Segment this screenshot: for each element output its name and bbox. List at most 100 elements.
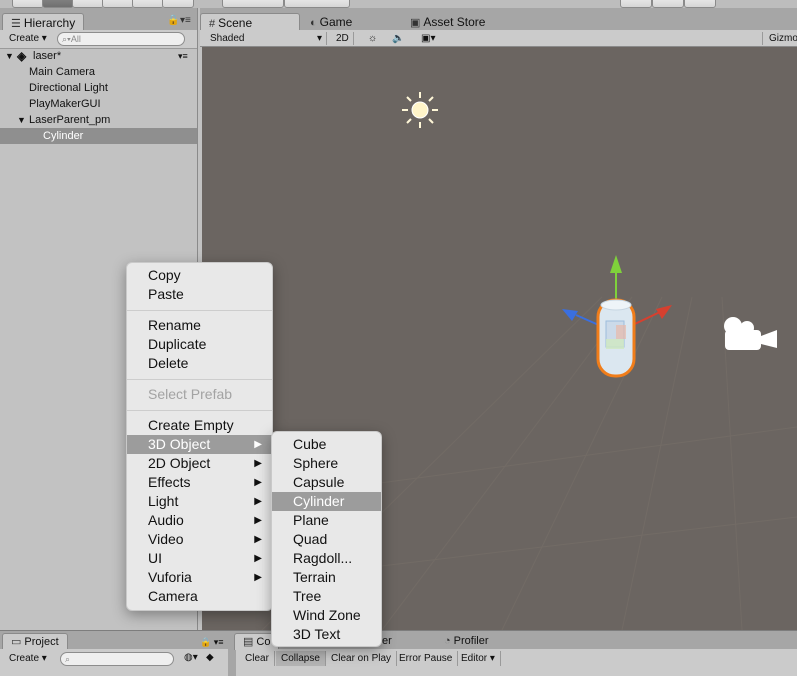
menu-item-copy[interactable]: Copy [127,266,272,285]
scene-menu-icon[interactable]: ▾≡ [178,48,188,64]
console-error-pause-button[interactable]: Error Pause [394,651,459,666]
menu-separator [127,379,272,380]
menu-item-duplicate[interactable]: Duplicate [127,335,272,354]
search-icon: ⌕ [65,654,71,664]
menu-item-effects[interactable]: Effects ▶ [127,473,272,492]
submenu-arrow-icon: ▶ [254,439,262,450]
z-axis-arrow-icon[interactable] [562,309,578,321]
console-toolbar: Clear Collapse Clear on Play Error Pause… [236,649,797,676]
submenu-item-3d-text[interactable]: 3D Text [272,625,381,644]
submenu-arrow-icon: ▶ [254,572,262,583]
project-search-input[interactable]: ⌕ [60,652,174,666]
scene-audio-icon[interactable]: 🔈 [388,32,408,45]
submenu-item-sphere[interactable]: Sphere [272,454,381,473]
hierarchy-item-laserparent[interactable]: ▼ LaserParent_pm [0,112,197,128]
profiler-icon: ◔ [444,635,451,647]
main-toolbar [0,0,797,8]
submenu-item-terrain[interactable]: Terrain [272,568,381,587]
project-create-dropdown[interactable]: Create ▾ [5,652,51,665]
submenu-item-tree[interactable]: Tree [272,587,381,606]
console-clear-button[interactable]: Clear [240,651,275,666]
tab-profiler[interactable]: ◔ Profiler [436,633,497,649]
tab-project[interactable]: ▭ Project [2,633,68,650]
3d-object-submenu: Cube Sphere Capsule Cylinder Plane Quad … [271,431,382,647]
tab-asset-store[interactable]: ▣ Asset Store [402,13,493,31]
menu-separator [127,410,272,411]
scene-lighting-icon[interactable]: ☼ [364,32,381,45]
menu-item-delete[interactable]: Delete [127,354,272,373]
menu-item-create-empty[interactable]: Create Empty [127,416,272,435]
hierarchy-item-directional-light[interactable]: Directional Light [0,80,197,96]
filter-label-icon[interactable]: ◆ [206,652,214,663]
menu-item-vuforia[interactable]: Vuforia ▶ [127,568,272,587]
transform-tool-button[interactable] [162,0,194,8]
rotate-tool-button[interactable] [72,0,104,8]
hierarchy-item-main-camera[interactable]: Main Camera [0,64,197,80]
menu-item-3d-object[interactable]: 3D Object ▶ [127,435,272,454]
submenu-item-cylinder[interactable]: Cylinder [272,492,381,511]
expand-arrow-icon[interactable]: ▼ [5,48,14,64]
submenu-arrow-icon: ▶ [254,515,262,526]
directional-light-icon[interactable] [402,92,438,128]
menu-item-ui[interactable]: UI ▶ [127,549,272,568]
submenu-item-quad[interactable]: Quad [272,530,381,549]
submenu-arrow-icon: ▶ [254,553,262,564]
menu-item-paste[interactable]: Paste [127,285,272,304]
submenu-item-capsule[interactable]: Capsule [272,473,381,492]
hierarchy-tabbar: ☰ Hierarchy 🔒 ▾≡ [0,8,197,32]
console-editor-dropdown[interactable]: Editor ▾ [456,651,501,666]
play-button[interactable] [620,0,652,8]
shading-mode-dropdown[interactable]: Shaded ▾ [206,32,327,45]
submenu-item-plane[interactable]: Plane [272,511,381,530]
search-icon: ⌕▾ [62,34,71,44]
hand-tool-button[interactable] [12,0,44,8]
2d-toggle-button[interactable]: 2D [332,32,354,45]
menu-item-select-prefab: Select Prefab [148,386,233,402]
scene-effects-icon[interactable]: ▣▾ [417,32,439,45]
lock-icon[interactable]: 🔒 [167,15,179,26]
pivot-toggle[interactable] [222,0,284,8]
scene-tabbar: # Scene ◐ Game ▣ Asset Store [200,8,797,32]
console-icon: ▤ [243,636,254,648]
hierarchy-toolbar: Create ▾ ⌕▾All [0,30,197,49]
scene-root-row[interactable]: ▼ ◈ laser* ▾≡ [0,48,197,64]
gizmos-dropdown[interactable]: Gizmo [762,32,797,45]
submenu-arrow-icon: ▶ [254,534,262,545]
rect-tool-button[interactable] [132,0,164,8]
local-toggle[interactable] [284,0,350,8]
bottom-panels: ▭ Project 🔒 ▾≡ ▤ Co er ◔ Profiler Create ▾ … [0,630,797,676]
create-dropdown[interactable]: Create ▾ [5,32,51,45]
menu-item-2d-object[interactable]: 2D Object ▶ [127,454,272,473]
console-clear-on-play-button[interactable]: Clear on Play [326,651,398,666]
submenu-item-cube[interactable]: Cube [272,435,381,454]
project-toolbar: Create ▾ ⌕ ◍▾ ◆ [0,649,228,676]
submenu-arrow-icon: ▶ [254,496,262,507]
scale-tool-button[interactable] [102,0,134,8]
lock-icon[interactable]: 🔒 ▾≡ [200,637,223,648]
camera-gizmo-icon[interactable] [724,317,777,350]
folder-icon: ▭ [11,636,22,648]
submenu-item-ragdoll[interactable]: Ragdoll... [272,549,381,568]
move-tool-button[interactable] [42,0,74,8]
filter-type-icon[interactable]: ◍▾ [184,652,198,663]
y-axis-arrow-icon[interactable] [610,255,622,273]
menu-item-camera[interactable]: Camera [127,587,272,606]
panel-menu-icon[interactable]: ▾≡ [180,15,191,26]
cylinder-object[interactable] [596,298,636,378]
hierarchy-item-playmakergui[interactable]: PlayMakerGUI [0,96,197,112]
x-axis-arrow-icon[interactable] [656,305,672,319]
menu-item-audio[interactable]: Audio ▶ [127,511,272,530]
step-button[interactable] [684,0,716,8]
menu-item-video[interactable]: Video ▶ [127,530,272,549]
hierarchy-item-cylinder[interactable]: Cylinder [0,128,197,144]
unity-scene-icon: ◈ [17,49,27,63]
expand-arrow-icon[interactable]: ▼ [17,112,26,128]
menu-item-light[interactable]: Light ▶ [127,492,272,511]
submenu-item-wind-zone[interactable]: Wind Zone [272,606,381,625]
hierarchy-search-input[interactable]: ⌕▾All [57,32,185,46]
pause-button[interactable] [652,0,684,8]
menu-item-rename[interactable]: Rename [127,316,272,335]
tab-animator[interactable]: er [382,635,392,647]
tab-game[interactable]: ◐ Game [302,13,360,31]
console-collapse-button[interactable]: Collapse [276,651,326,666]
